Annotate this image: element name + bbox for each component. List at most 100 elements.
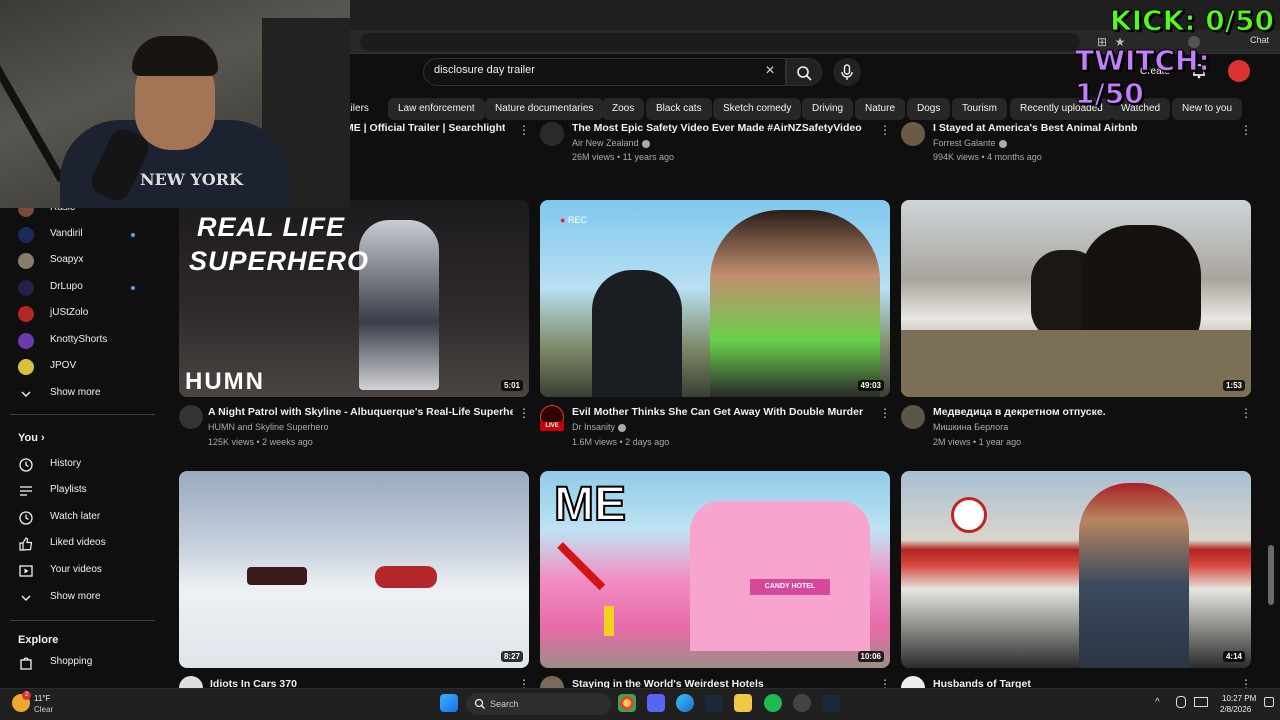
more-options-icon[interactable]: ⋮ <box>879 122 891 138</box>
video-duration: 1:53 <box>1222 380 1245 391</box>
chrome-icon[interactable] <box>618 694 636 712</box>
sidebar-item-soapyx[interactable]: Soapyx <box>18 251 153 271</box>
chip-dogs[interactable]: Dogs <box>907 98 951 120</box>
more-options-icon[interactable]: ⋮ <box>1240 405 1252 421</box>
chip-driving[interactable]: Driving <box>802 98 854 120</box>
sidebar-divider <box>10 620 155 621</box>
truck <box>247 567 307 585</box>
weather-description: Clear <box>34 705 54 714</box>
channel-name[interactable]: HUMN and Skyline Superhero <box>208 422 329 432</box>
steam-icon[interactable] <box>822 694 840 712</box>
live-indicator <box>131 233 135 237</box>
channel-avatar <box>18 359 34 375</box>
chip-black-cats[interactable]: Black cats <box>646 98 712 120</box>
channel-name-text: Dr Insanity <box>572 422 616 432</box>
channel-name[interactable]: Dr Insanity <box>572 422 627 432</box>
voice-search-button[interactable] <box>833 58 861 86</box>
search-button[interactable] <box>786 58 822 86</box>
sidebar-item-vandiril[interactable]: Vandiril <box>18 225 153 245</box>
clear-search-icon[interactable]: × <box>762 62 778 80</box>
sidebar-item-show-more-you[interactable]: Show more <box>18 588 153 608</box>
target-logo <box>951 497 987 533</box>
sidebar-item-knottyshorts[interactable]: KnottyShorts <box>18 331 153 351</box>
steam-icon[interactable] <box>705 694 723 712</box>
sidebar-item-liked-videos[interactable]: Liked videos <box>18 534 153 554</box>
file-explorer-icon[interactable] <box>734 694 752 712</box>
spotify-icon[interactable] <box>764 694 782 712</box>
windows-start-icon[interactable] <box>440 694 458 712</box>
sidebar-item-jpov[interactable]: JPOV <box>18 357 153 377</box>
channel-avatar <box>18 280 34 296</box>
chip-law-enforcement[interactable]: Law enforcement <box>388 98 485 120</box>
more-options-icon[interactable]: ⋮ <box>879 405 891 421</box>
sidebar-item-watch-later[interactable]: Watch later <box>18 508 153 528</box>
microphone-icon <box>841 64 853 80</box>
chip-nature-documentaries[interactable]: Nature documentaries <box>485 98 604 120</box>
channel-avatar[interactable] <box>540 122 564 146</box>
sidebar-item-playlists[interactable]: Playlists <box>18 481 153 501</box>
sidebar-item-show-more-subscriptions[interactable]: Show more <box>18 384 153 404</box>
sidebar-item-history[interactable]: History <box>18 455 153 475</box>
notifications-icon[interactable] <box>1264 697 1274 707</box>
chip-sketch-comedy[interactable]: Sketch comedy <box>713 98 802 120</box>
video-meta: 26M views • 11 years ago <box>572 152 675 162</box>
video-title[interactable]: I Stayed at America's Best Animal Airbnb <box>933 122 1233 134</box>
sidebar-item-justzolo[interactable]: jUStZolo <box>18 304 153 324</box>
sidebar-item-your-videos[interactable]: Your videos <box>18 561 153 581</box>
channel-avatar[interactable] <box>901 122 925 146</box>
clock-icon <box>18 510 34 526</box>
red-arrow <box>557 542 606 591</box>
taskbar-clock-date[interactable]: 2/8/2026 <box>1220 705 1251 714</box>
hoodie-print: NEW YORK <box>140 170 243 189</box>
channel-avatar[interactable] <box>179 405 203 429</box>
channel-name[interactable]: Forrest Galante <box>933 138 1007 148</box>
tray-chevron-icon[interactable]: ^ <box>1155 697 1160 708</box>
more-options-icon[interactable]: ⋮ <box>518 122 530 138</box>
video-thumbnail[interactable]: 8:27 <box>179 471 529 668</box>
video-title[interactable]: Медведица в декретном отпуске. <box>933 406 1233 418</box>
channel-name-text: Forrest Galante <box>933 138 996 148</box>
discord-icon[interactable] <box>647 694 665 712</box>
video-duration: 10:06 <box>857 651 884 662</box>
taskbar-search[interactable] <box>466 693 611 715</box>
video-title[interactable]: ME | Official Trailer | Searchlight <box>345 122 505 134</box>
channel-name[interactable]: Air New Zealand <box>572 138 650 148</box>
ground <box>901 330 1251 397</box>
taskbar-search-label: Search <box>490 699 519 709</box>
more-options-icon[interactable]: ⋮ <box>518 405 530 421</box>
video-thumbnail[interactable]: 4:14 <box>901 471 1251 668</box>
page-scrollbar[interactable] <box>1268 545 1274 605</box>
network-icon[interactable] <box>1194 697 1208 707</box>
thumbnail-logo: HUMN <box>185 368 265 395</box>
history-icon <box>18 457 34 473</box>
video-thumbnail[interactable]: CANDY HOTEL ME 10:06 <box>540 471 890 668</box>
sidebar-heading-you-text: You <box>18 432 38 444</box>
windows-taskbar <box>0 688 1280 720</box>
sidebar-heading-you[interactable]: You › <box>18 432 45 444</box>
video-title[interactable]: Evil Mother Thinks She Can Get Away With… <box>572 406 872 418</box>
video-duration: 5:01 <box>500 380 523 391</box>
sidebar-item-drlupo[interactable]: DrLupo <box>18 278 153 298</box>
channel-avatar[interactable] <box>901 405 925 429</box>
chip-zoos[interactable]: Zoos <box>602 98 645 120</box>
microphone-tray-icon[interactable] <box>1176 696 1186 708</box>
sidebar-heading-explore: Explore <box>18 634 59 646</box>
streamer-hair <box>132 36 218 76</box>
video-thumbnail[interactable]: ● REC 49:03 <box>540 200 890 397</box>
taskbar-clock-time[interactable]: 10:27 PM <box>1222 694 1256 703</box>
more-options-icon[interactable]: ⋮ <box>1240 122 1252 138</box>
address-bar[interactable] <box>360 33 1080 51</box>
channel-name[interactable]: Мишкина Берлога <box>933 422 1008 432</box>
video-title[interactable]: A Night Patrol with Skyline - Albuquerqu… <box>208 406 513 418</box>
channel-avatar <box>18 333 34 349</box>
video-thumbnail[interactable]: 1:53 <box>901 200 1251 397</box>
video-thumbnail[interactable]: REAL LIFE SUPERHERO HUMN 5:01 <box>179 200 529 397</box>
verified-icon <box>618 423 627 432</box>
video-title[interactable]: The Most Epic Safety Video Ever Made #Ai… <box>572 122 872 134</box>
live-badge: LIVE <box>540 422 564 431</box>
sidebar-item-shopping[interactable]: Shopping <box>18 653 153 673</box>
obs-icon[interactable] <box>793 694 811 712</box>
edge-icon[interactable] <box>676 694 694 712</box>
chip-tourism[interactable]: Tourism <box>952 98 1008 120</box>
chip-nature[interactable]: Nature <box>855 98 906 120</box>
